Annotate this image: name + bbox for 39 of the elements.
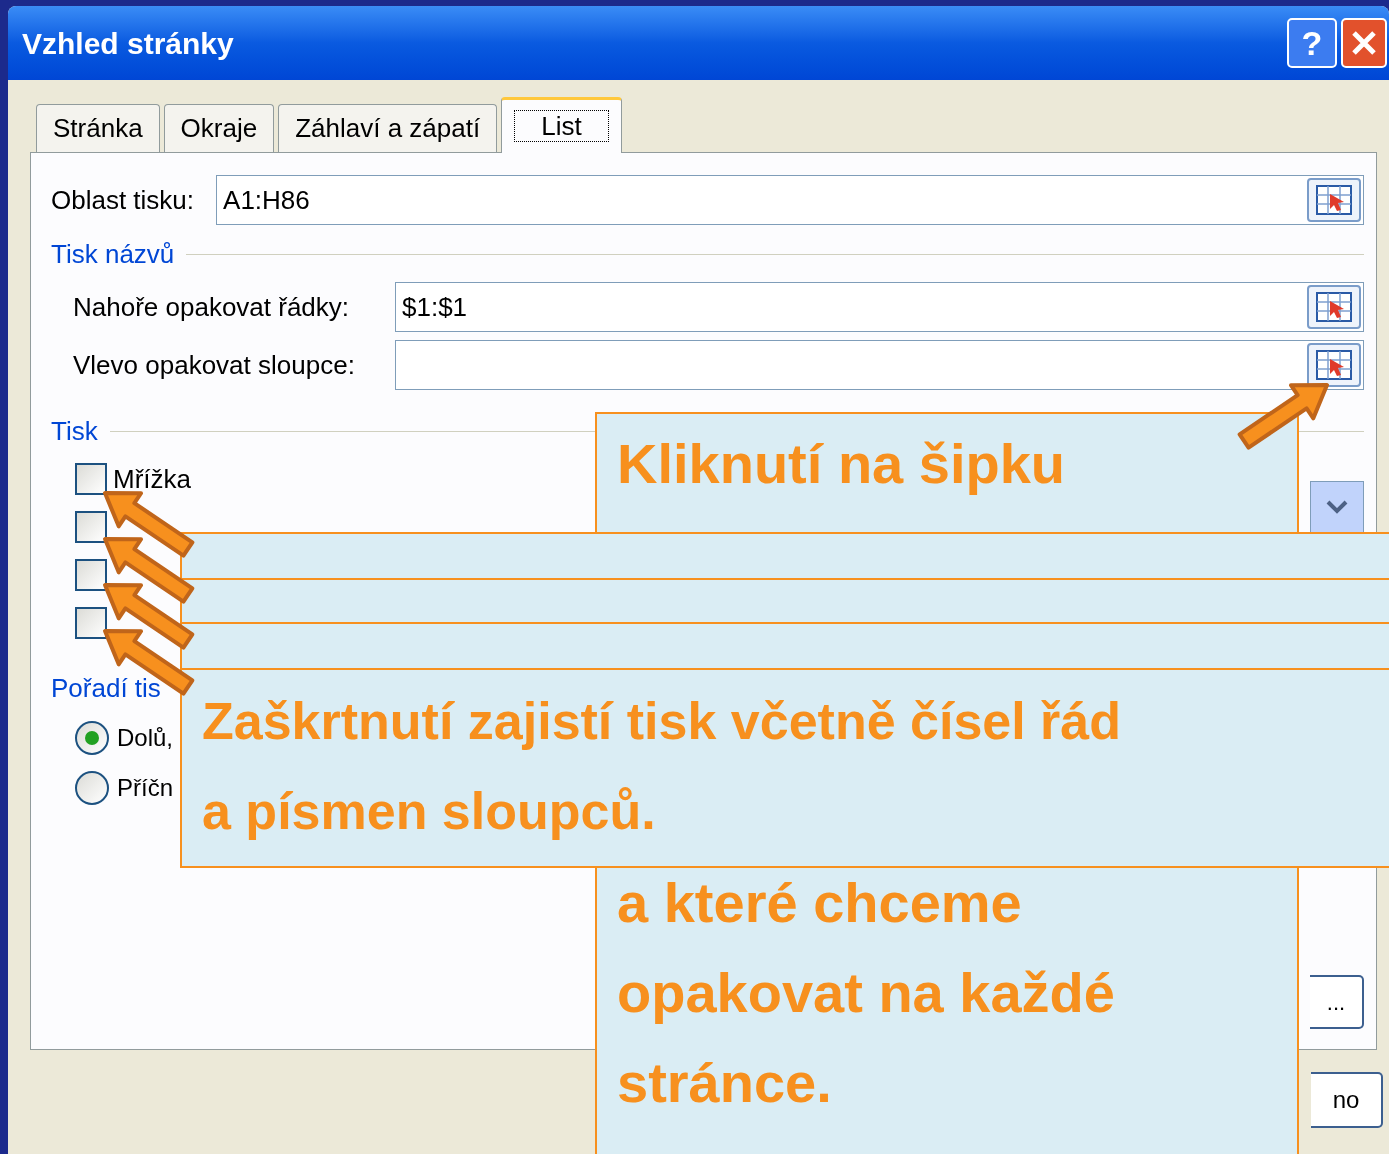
- checkbox-label: Mřížka: [113, 462, 191, 496]
- dropdown-button[interactable]: [1310, 481, 1364, 533]
- field-label: Vlevo opakovat sloupce:: [73, 348, 356, 382]
- radio-label: Dolů,: [117, 723, 174, 753]
- tab[interactable]: List: [501, 97, 622, 153]
- cancel-button[interactable]: no: [1311, 1072, 1383, 1128]
- tab[interactable]: Záhlaví a zápatí: [278, 104, 498, 152]
- input-field[interactable]: $1:$1: [395, 282, 1364, 332]
- radio-label: Příčn: [117, 773, 173, 803]
- collapse-range-icon: [1316, 185, 1352, 215]
- print-area-field[interactable]: A1:H86: [216, 175, 1364, 225]
- callout-text: Zaškrtnutí zajistí tisk včetně čísel řád a písmen sloupců.: [202, 691, 1123, 842]
- collapse-range-icon: [1316, 350, 1352, 380]
- checkbox[interactable]: [75, 511, 107, 543]
- callout-text: a které chceme opakovat na každé stránce.: [617, 870, 1116, 1116]
- section-heading: Tisk: [51, 415, 98, 448]
- field-label: Nahoře opakovat řádky:: [73, 290, 351, 324]
- tab[interactable]: Okraje: [163, 104, 275, 152]
- radio-button[interactable]: [75, 721, 109, 755]
- options-button[interactable]: ...: [1310, 975, 1364, 1029]
- range-select-button[interactable]: [1307, 178, 1361, 222]
- window-title: Vzhled stránky: [22, 25, 234, 62]
- field-label: Oblast tisku:: [51, 183, 195, 217]
- chevron-down-icon: [1325, 499, 1349, 515]
- radio-button[interactable]: [75, 771, 109, 805]
- range-select-button[interactable]: [1307, 285, 1361, 329]
- callout-text: Kliknutí na šipku: [617, 431, 1067, 497]
- tab[interactable]: Stránka: [36, 104, 160, 152]
- range-select-button[interactable]: [1307, 343, 1361, 387]
- input-field[interactable]: [395, 340, 1364, 390]
- checkbox[interactable]: [75, 559, 107, 591]
- collapse-range-icon: [1316, 292, 1352, 322]
- checkbox[interactable]: [75, 463, 107, 495]
- close-icon: [1350, 29, 1378, 57]
- section-heading: Tisk názvů: [51, 238, 175, 271]
- help-button[interactable]: ?: [1287, 18, 1337, 68]
- checkbox[interactable]: [75, 607, 107, 639]
- section-heading: Pořadí tis: [51, 672, 161, 705]
- close-button[interactable]: [1341, 18, 1387, 68]
